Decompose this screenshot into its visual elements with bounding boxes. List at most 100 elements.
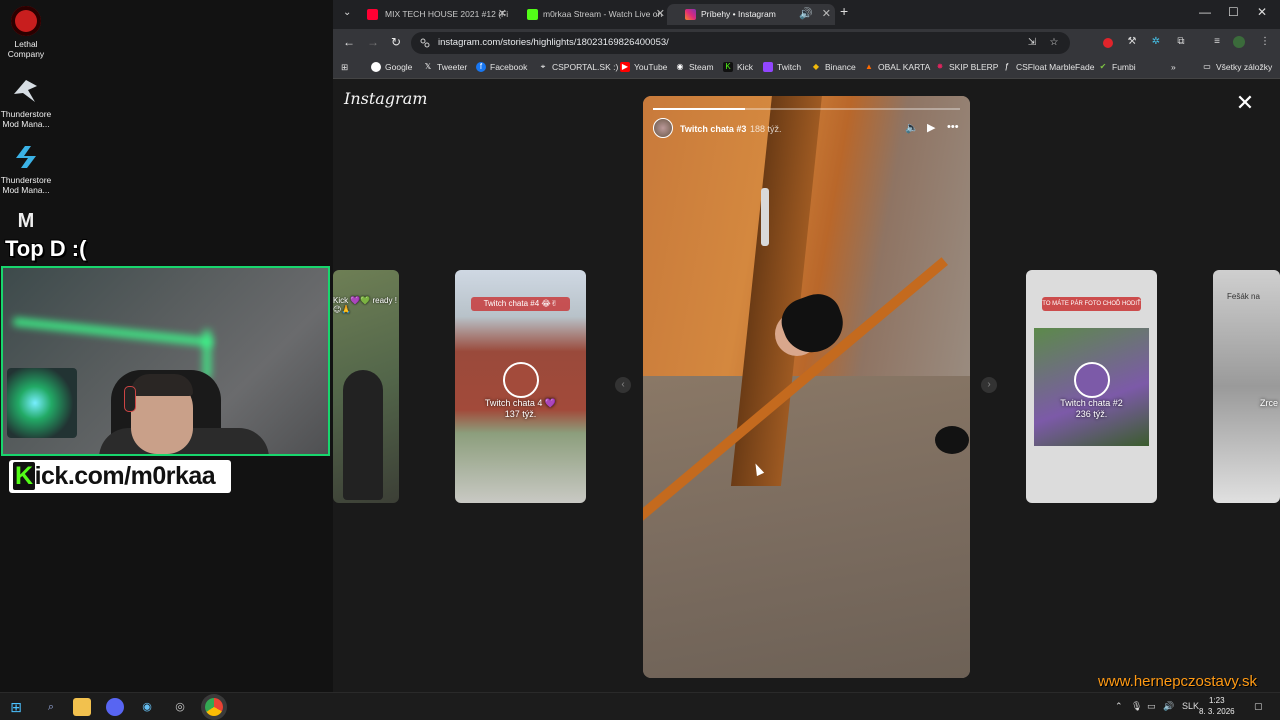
more-bookmarks-icon[interactable]: » xyxy=(1171,57,1176,78)
windows-start-icon[interactable]: ⊞ xyxy=(7,698,25,716)
play-icon[interactable]: ▶ xyxy=(927,121,935,134)
streamer-hair xyxy=(131,374,193,396)
youtube-icon: ▶ xyxy=(620,62,630,72)
minimize-icon[interactable]: — xyxy=(1199,5,1211,19)
notifications-icon[interactable]: ▢ xyxy=(1254,701,1263,712)
led-strip xyxy=(13,317,213,347)
obs-icon[interactable]: ◎ xyxy=(171,698,189,716)
bookmark-steam[interactable]: ◉ Steam xyxy=(675,57,714,78)
browser-window: ⌄ MIX TECH HOUSE 2021 #12 (Fi ✕ m0rkaa S… xyxy=(333,0,1280,692)
bookmark-obal-karta[interactable]: ▲ OBAL KARTA xyxy=(864,57,930,78)
all-bookmarks-folder[interactable]: ▭ Všetky záložky xyxy=(1202,57,1272,78)
extension-blue-icon[interactable]: ✲ xyxy=(1150,36,1162,48)
steam-icon[interactable]: ◉ xyxy=(138,698,156,716)
browser-menu-icon[interactable]: ⋮ xyxy=(1259,36,1271,48)
instagram-logo[interactable]: Instagram xyxy=(344,89,427,108)
kick-logo-letter: K xyxy=(13,462,35,490)
discord-icon[interactable] xyxy=(106,698,124,716)
kick-icon: K xyxy=(723,62,733,72)
bookmark-csfloat[interactable]: ƒ CSFloat MarbleFade xyxy=(1002,57,1095,78)
maximize-icon[interactable]: ☐ xyxy=(1228,5,1239,19)
close-icon[interactable]: ✕ xyxy=(1235,92,1255,114)
bookmark-csportal[interactable]: ⌖ CSPORTAL.SK :) xyxy=(538,57,619,78)
tab-title: MIX TECH HOUSE 2021 #12 (Fi xyxy=(385,9,509,19)
tray-overflow-icon[interactable]: ⌃ xyxy=(1115,701,1123,712)
network-icon[interactable]: ▭ xyxy=(1147,701,1156,712)
bookmark-twitch[interactable]: Twitch xyxy=(763,57,801,78)
extension-tool-icon[interactable]: ⚒ xyxy=(1126,36,1138,48)
bookmark-facebook[interactable]: f Facebook xyxy=(476,57,527,78)
close-window-icon[interactable]: ✕ xyxy=(1257,5,1267,19)
reload-icon[interactable]: ↻ xyxy=(391,35,401,49)
bookmark-youtube[interactable]: ▶ YouTube xyxy=(620,57,667,78)
instagram-story-viewer: Instagram ✕ Kick 💜💚 ready ! 😉🙏 Twitch ch… xyxy=(333,79,1280,692)
mute-icon[interactable]: 🔈 xyxy=(905,121,919,134)
bookmark-google[interactable]: Google xyxy=(371,57,412,78)
bookmark-binance[interactable]: ◆ Binance xyxy=(811,57,856,78)
forward-icon[interactable]: → xyxy=(367,35,379,49)
story-card-caption: Twitch chata #2 236 týž. xyxy=(1060,398,1123,419)
story-title[interactable]: Twitch chata #3 xyxy=(680,118,746,140)
chrome-icon[interactable] xyxy=(205,698,223,716)
kick-icon xyxy=(527,9,538,20)
speaker-icon[interactable]: 🔊 xyxy=(799,4,813,25)
story-card-badge: TO MÁTE PÁR FOTO CHOĎ HODIŤ xyxy=(1042,297,1141,311)
story-card-twitch-chata-4[interactable]: Twitch chata #4 😂✌ Twitch chata 4 💜 137 t… xyxy=(455,270,586,503)
story-card-caption: Twitch chata 4 💜 137 týž. xyxy=(484,398,557,419)
door-handle xyxy=(761,188,769,246)
tab-instagram[interactable]: Príbehy • Instagram 🔊 ✕ xyxy=(667,4,835,25)
language-indicator[interactable]: SLK xyxy=(1182,701,1199,711)
story-card-previous-partial[interactable]: Kick 💜💚 ready ! 😉🙏 xyxy=(333,270,399,503)
search-icon[interactable]: ⌕ xyxy=(42,698,60,716)
thunderstore-icon xyxy=(11,76,41,106)
story-card-next-partial[interactable]: Fešák na Zrce xyxy=(1213,270,1280,503)
desktop-icon-m[interactable]: M xyxy=(0,210,52,232)
tab-youtube-mix[interactable]: MIX TECH HOUSE 2021 #12 (Fi ✕ xyxy=(351,4,511,25)
microphone-icon[interactable]: 🎙 xyxy=(1131,701,1142,712)
story-progress-fill xyxy=(653,108,746,110)
active-story[interactable]: Twitch chata #3 188 týž. 🔈 ▶ ••• xyxy=(643,96,970,678)
back-icon[interactable]: ← xyxy=(343,35,355,49)
bookmark-kick[interactable]: K Kick xyxy=(723,57,753,78)
bookmarks-bar: ⊞ Google 𝕏 Tweeter f Facebook ⌖ CSPORTAL.SK… xyxy=(333,57,1280,79)
close-tab-icon[interactable]: ✕ xyxy=(822,4,831,25)
close-tab-icon[interactable]: ✕ xyxy=(656,4,665,25)
tab-kick-stream[interactable]: m0rkaa Stream - Watch Live on ✕ xyxy=(509,4,669,25)
x-icon: 𝕏 xyxy=(424,62,432,71)
extension-red-icon[interactable] xyxy=(1103,38,1113,48)
bookmark-skip-blerp[interactable]: ✸ SKIP BLERP xyxy=(935,57,999,78)
extensions-icon[interactable]: ⧉ xyxy=(1175,36,1187,48)
story-floor xyxy=(643,376,970,678)
url-text: instagram.com/stories/highlights/1802316… xyxy=(438,37,669,48)
profile-avatar[interactable] xyxy=(1233,36,1245,48)
address-bar[interactable]: instagram.com/stories/highlights/1802316… xyxy=(411,32,1070,54)
csportal-icon: ⌖ xyxy=(540,62,546,71)
media-controls-icon[interactable]: ≡ xyxy=(1211,36,1223,48)
csfloat-icon: ƒ xyxy=(1004,62,1010,71)
close-tab-icon[interactable]: ✕ xyxy=(498,4,507,25)
bookmark-star-icon[interactable]: ☆ xyxy=(1048,37,1060,49)
story-age: 188 týž. xyxy=(750,124,782,134)
install-app-icon[interactable]: ⇲ xyxy=(1026,37,1038,49)
previous-story-chevron-icon[interactable]: ‹ xyxy=(615,377,631,393)
desktop-icon-thunderstore-1[interactable]: Thunderstore Mod Mana... xyxy=(0,76,52,129)
site-info-icon[interactable] xyxy=(420,38,430,48)
file-explorer-icon[interactable] xyxy=(73,698,91,716)
volume-icon[interactable]: 🔊 xyxy=(1163,701,1174,712)
story-card-twitch-chata-2[interactable]: TO MÁTE PÁR FOTO CHOĎ HODIŤ Twitch chata… xyxy=(1026,270,1157,503)
lethal-company-icon xyxy=(11,6,41,36)
next-story-chevron-icon[interactable]: › xyxy=(981,377,997,393)
desktop-icon-thunderstore-2[interactable]: Thunderstore Mod Mana... xyxy=(0,142,52,195)
story-avatar[interactable] xyxy=(653,118,673,138)
people-figure xyxy=(343,370,383,500)
more-options-icon[interactable]: ••• xyxy=(947,121,959,133)
instagram-icon xyxy=(685,9,696,20)
apps-grid-icon[interactable]: ⊞ xyxy=(341,57,348,78)
facebook-icon: f xyxy=(476,62,486,72)
bookmark-tweeter[interactable]: 𝕏 Tweeter xyxy=(423,57,467,78)
new-tab-button[interactable]: + xyxy=(840,3,848,19)
desktop-icon-lethal-company[interactable]: Lethal Company xyxy=(0,6,52,59)
clock[interactable]: 1:23 8. 3. 2026 xyxy=(1199,695,1235,717)
bookmark-fumbi[interactable]: ✔ Fumbi xyxy=(1098,57,1136,78)
shoe xyxy=(935,426,969,454)
